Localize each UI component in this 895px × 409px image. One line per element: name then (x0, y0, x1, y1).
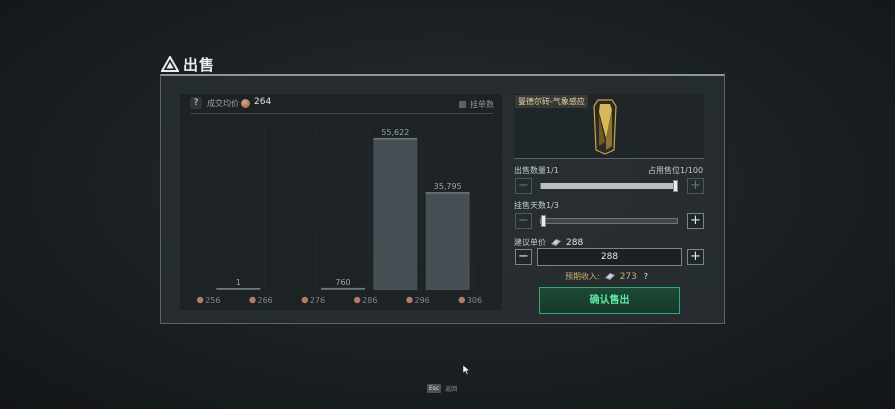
page-title: 出售 (183, 55, 216, 74)
chart-column-divider (316, 126, 317, 290)
chart-bar-cap (321, 287, 365, 290)
currency-brick-icon (551, 239, 561, 246)
price-distribution-chart: 1 760 55,622 35,795 256 266 276 286 296 306 (196, 126, 482, 305)
currency-brick-icon (604, 273, 615, 280)
days-minus-button[interactable]: − (515, 213, 532, 229)
chart-bar-cap (373, 137, 418, 140)
back-label: 返回 (445, 386, 458, 393)
days-slider-handle[interactable] (541, 215, 546, 227)
coin-icon (353, 296, 361, 304)
price-plus-button[interactable]: + (687, 249, 704, 265)
chart-x-tick-label: 306 (467, 296, 482, 305)
quantity-label: 出售数量1/1 (514, 166, 559, 175)
suggested-price-row: 建议单价 288 (514, 237, 583, 248)
income-label: 预期收入: (565, 272, 600, 281)
chart-bar-cap (425, 192, 470, 194)
chart-column-divider (369, 126, 370, 290)
coin-icon (241, 99, 250, 108)
coin-icon (301, 296, 309, 304)
mouse-cursor-icon (463, 365, 471, 375)
quantity-slider-handle[interactable] (673, 180, 678, 192)
chart-bar-cap (216, 288, 261, 290)
coin-icon (406, 296, 413, 304)
income-value: 273 (619, 271, 637, 282)
chart-value-label: 55,622 (381, 128, 409, 137)
suggested-price-label: 建议单价 (514, 238, 546, 247)
days-slider[interactable] (540, 218, 678, 224)
chart-value-label: 760 (335, 278, 350, 287)
income-help-button[interactable]: ? (641, 272, 651, 282)
coin-icon (249, 296, 256, 304)
chart-column-divider (421, 126, 422, 290)
chart-x-tick-label: 256 (205, 296, 220, 305)
order-count-label: 挂单数 (470, 100, 494, 109)
page-title-group: 出售 (161, 53, 215, 75)
coin-icon (458, 296, 466, 304)
slots-label: 占用售位1/100 (648, 166, 704, 175)
warning-triangle-icon (161, 56, 179, 72)
back-hint[interactable]: Esc 返回 (427, 384, 457, 393)
quantity-plus-button[interactable]: + (687, 178, 704, 194)
expected-income: 预期收入: 273 ? (565, 271, 651, 282)
order-count-toggle[interactable]: 挂单数 (459, 99, 494, 110)
chart-value-label: 1 (236, 278, 241, 287)
confirm-sell-button[interactable]: 确认售出 (539, 287, 680, 314)
coin-icon (196, 296, 204, 304)
days-label: 挂售天数1/3 (514, 201, 559, 210)
chart-column-divider (264, 126, 265, 290)
price-input[interactable]: 288 (537, 248, 682, 266)
chart-value-label: 35,795 (434, 182, 462, 191)
item-brick-icon (593, 99, 617, 155)
chart-bar[interactable] (373, 137, 418, 290)
chart-x-tick-label: 296 (415, 296, 430, 305)
avg-price-label: 成交均价 (207, 99, 239, 108)
quantity-minus-button[interactable]: − (515, 178, 532, 194)
chart-column-divider (473, 126, 474, 290)
chart-x-tick-label: 286 (362, 296, 377, 305)
quantity-slider-fill (541, 183, 673, 189)
chart-bar[interactable] (425, 192, 470, 290)
days-plus-button[interactable]: + (687, 213, 704, 229)
suggested-price-value: 288 (566, 237, 584, 248)
chart-x-tick-label: 276 (310, 296, 325, 305)
help-button[interactable]: ? (190, 97, 202, 109)
checkbox-icon[interactable] (459, 101, 466, 108)
esc-key-icon: Esc (427, 384, 442, 393)
chart-x-tick-label: 266 (258, 296, 273, 305)
avg-price-value: 264 (254, 97, 272, 107)
item-name: 曼德尔砖-气象感应 (515, 95, 588, 108)
price-minus-button[interactable]: − (515, 249, 532, 265)
